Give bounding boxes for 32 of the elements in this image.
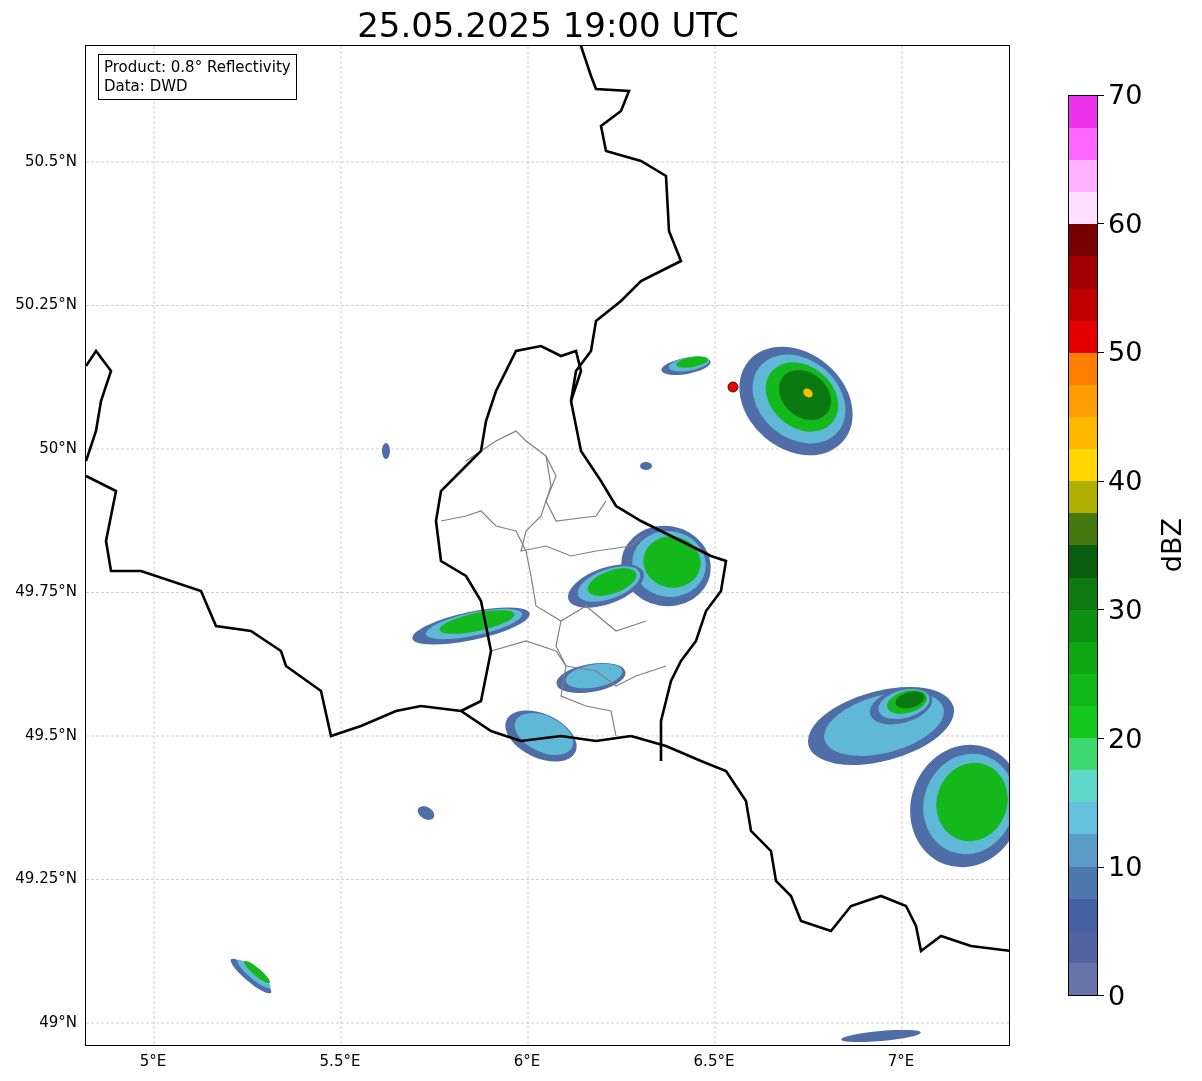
- latitude-label: 50.5°N: [24, 150, 78, 172]
- longitude-label: 7°E: [886, 1052, 916, 1070]
- latitude-label: 50.25°N: [15, 294, 78, 316]
- colorbar-tick-label: 60: [1108, 208, 1143, 239]
- radar-echo: [382, 443, 390, 459]
- radar-echo: [556, 662, 626, 694]
- longitude-label: 5°E: [138, 1052, 168, 1070]
- colorbar-tick-label: 50: [1108, 337, 1143, 368]
- info-text: Data: DWD: [104, 77, 189, 96]
- longitude-label: 6°E: [512, 1052, 542, 1070]
- radar-station-marker: [727, 381, 739, 393]
- latitude-label: 49.5°N: [24, 724, 78, 746]
- latitude-label: 50°N: [39, 437, 78, 459]
- colorbar-tick-label: 0: [1108, 980, 1126, 1011]
- colorbar-label: dBZ: [1156, 518, 1188, 573]
- colorbar-tick-label: 40: [1108, 466, 1143, 497]
- colorbar-tick-label: 30: [1108, 594, 1143, 625]
- latitude-label: 49.25°N: [15, 868, 78, 890]
- latitude-label: 49.75°N: [15, 581, 78, 603]
- colorbar-tick-label: 70: [1108, 80, 1143, 110]
- longitude-label: 6.5°E: [692, 1052, 736, 1070]
- plot-title: 25.05.2025 19:00 UTC: [357, 4, 739, 45]
- info-text: Product: 0.8° Reflectivity: [104, 58, 291, 77]
- radar-echo: [640, 462, 652, 470]
- longitude-label: 5.5°E: [318, 1052, 362, 1070]
- radar-echo: [417, 806, 435, 820]
- radar-echo: [230, 958, 272, 994]
- colorbar-tick-label: 10: [1108, 852, 1143, 883]
- radar-echo: [661, 356, 711, 375]
- latitude-label: 49°N: [39, 1011, 78, 1033]
- radar-echo: [505, 710, 577, 762]
- colorbar-tick-label: 20: [1108, 723, 1143, 754]
